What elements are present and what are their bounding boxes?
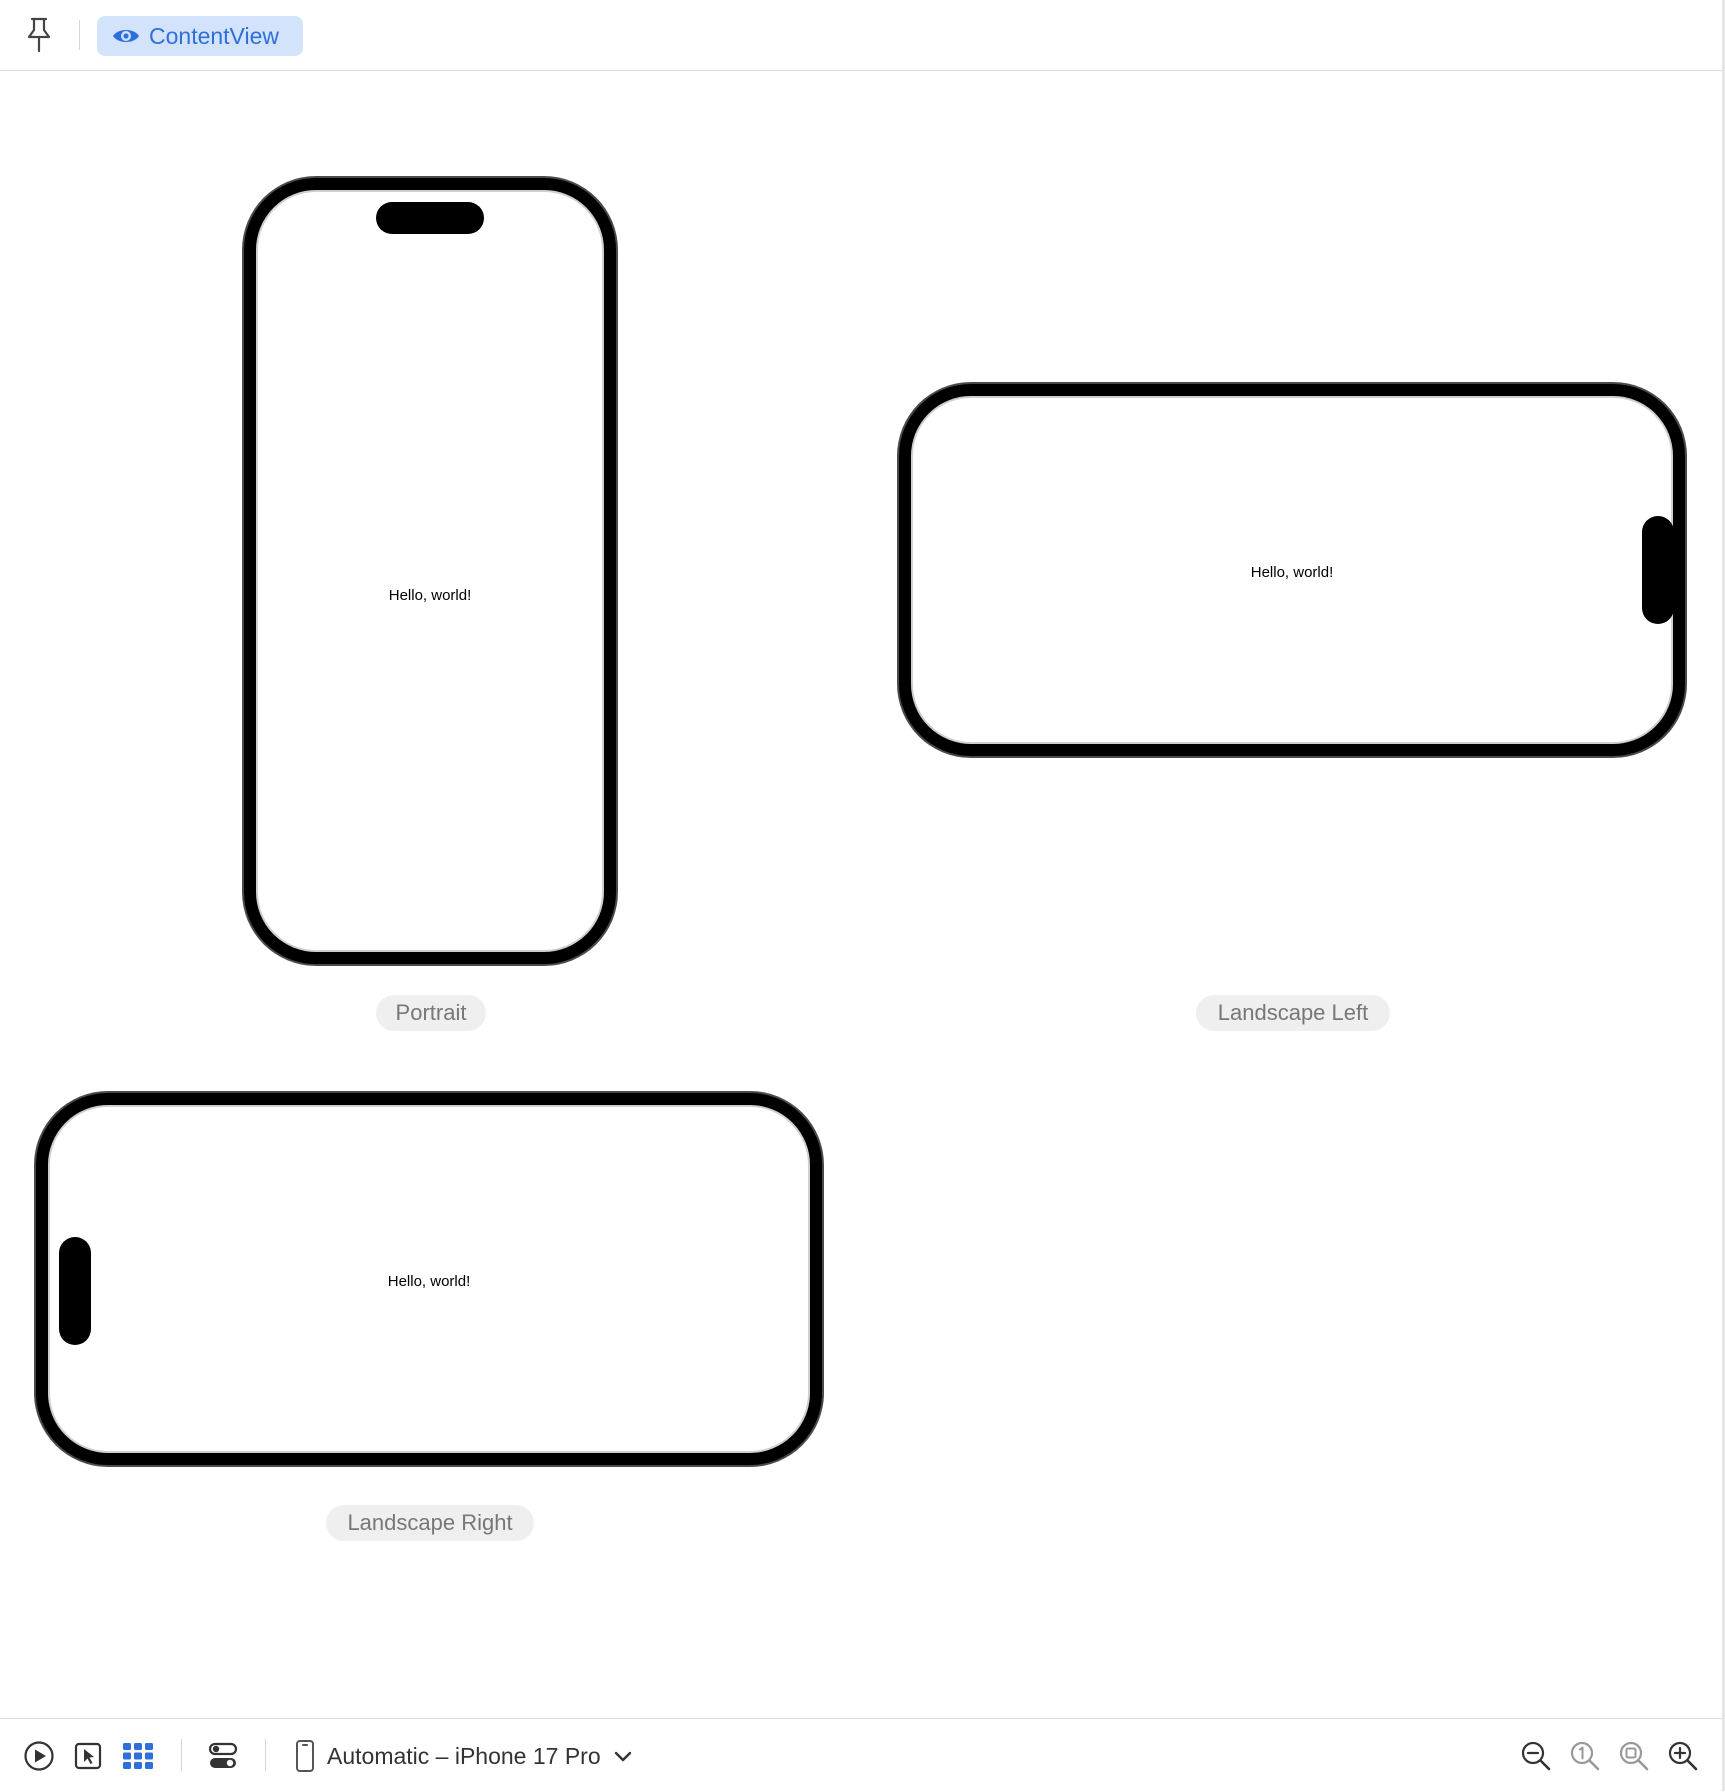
orientation-label-landscape-right: Landscape Right bbox=[326, 1505, 534, 1541]
preview-tab-contentview[interactable]: ContentView bbox=[97, 16, 303, 56]
preview-text: Hello, world! bbox=[387, 1273, 471, 1290]
pin-icon[interactable] bbox=[22, 16, 56, 54]
chevron-down-icon bbox=[614, 1751, 632, 1762]
preview-text: Hello, world! bbox=[388, 587, 472, 604]
device-selector[interactable]: Automatic – iPhone 17 Pro bbox=[293, 1739, 632, 1773]
preview-tab-label: ContentView bbox=[149, 23, 279, 49]
preview-device-landscape-left[interactable]: Hello, world! bbox=[899, 384, 1685, 756]
zoom-actual-size-icon[interactable] bbox=[1568, 1739, 1602, 1773]
canvas-toolbar: ContentView bbox=[0, 0, 1722, 71]
zoom-out-icon[interactable] bbox=[1519, 1739, 1553, 1773]
dynamic-island bbox=[1642, 516, 1674, 624]
toolbar-separator bbox=[181, 1739, 182, 1771]
dynamic-island bbox=[376, 202, 484, 234]
play-icon[interactable] bbox=[22, 1739, 56, 1773]
device-selector-label: Automatic – iPhone 17 Pro bbox=[327, 1743, 601, 1769]
orientation-label-landscape-left: Landscape Left bbox=[1196, 995, 1390, 1031]
preview-controls-toolbar: Automatic – iPhone 17 Pro bbox=[0, 1718, 1722, 1792]
device-settings-icon[interactable] bbox=[206, 1739, 240, 1773]
grid-variants-icon[interactable] bbox=[121, 1739, 155, 1773]
zoom-to-fit-icon[interactable] bbox=[1617, 1739, 1651, 1773]
preview-device-landscape-right[interactable]: Hello, world! bbox=[36, 1093, 822, 1465]
dynamic-island bbox=[59, 1237, 91, 1345]
toolbar-separator bbox=[79, 20, 80, 50]
iphone-icon bbox=[296, 1740, 314, 1772]
preview-text: Hello, world! bbox=[1250, 564, 1334, 581]
zoom-in-icon[interactable] bbox=[1666, 1739, 1700, 1773]
select-cursor-icon[interactable] bbox=[71, 1739, 105, 1773]
toolbar-separator bbox=[265, 1739, 266, 1771]
eye-icon bbox=[113, 30, 139, 42]
orientation-label-portrait: Portrait bbox=[376, 995, 486, 1031]
preview-device-portrait[interactable]: Hello, world! bbox=[244, 178, 616, 964]
